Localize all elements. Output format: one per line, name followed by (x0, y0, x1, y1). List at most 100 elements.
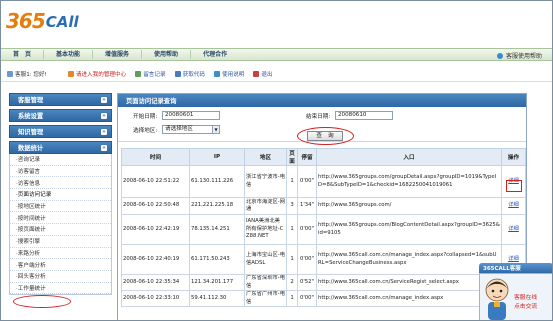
sidebar-item-returning[interactable]: ·回头客分析 (10, 271, 111, 283)
sidebar-group-statistics[interactable]: 数据统计 « (9, 141, 112, 154)
main-nav: 首 页 基本功能 增值服务 使用帮助 代理合作 客服使用帮助 (1, 48, 552, 61)
mascot-icon (485, 278, 509, 320)
sidebar-item-visitor-messages[interactable]: ·访客留言 (10, 166, 111, 178)
sidebar-item-visitor-info[interactable]: ·访客信息 (10, 177, 111, 190)
table-row: 2008-06-10 22:42:19 78.135.14.251 IANA美洲… (121, 214, 526, 245)
col-entry: 入口 (316, 148, 502, 166)
greeting-text: 客服1: 您好! (15, 72, 47, 78)
sidebar-group-knowledge[interactable]: 知识管理 » (9, 125, 112, 138)
cell-time: 2008-06-10 22:35:34 (121, 274, 190, 291)
logout-icon (253, 71, 260, 77)
sidebar-group-customer-service[interactable]: 客服管理 » (9, 93, 112, 106)
cell-ip: 61.130.111.226 (189, 165, 245, 198)
cell-entry[interactable]: http://www.365groups.com/groupDetail.asp… (316, 165, 502, 198)
cell-stay: 0'00" (297, 290, 317, 307)
nav-value-added[interactable]: 增值服务 (93, 50, 143, 59)
cell-region: 广东省深圳市-电信 (244, 274, 287, 291)
cell-stay: 0'00" (297, 214, 317, 245)
cell-ip: 61.171.50.243 (189, 244, 245, 275)
cell-entry[interactable]: http://www.365groups.com/BlogContentDeta… (316, 214, 502, 245)
sidebar-group-label: 数据统计 (18, 145, 44, 152)
chevron-up-icon: « (101, 144, 107, 151)
sidebar-item-workload[interactable]: ·工作量统计 (10, 283, 111, 295)
table-row: 2008-06-10 22:51:22 61.130.111.226 浙江省宁波… (121, 165, 526, 198)
messages-label: 留言记录 (143, 72, 166, 78)
cell-entry[interactable]: http://www.365call.com.cn/ServiceRegist_… (316, 274, 502, 291)
link-instructions[interactable]: 使用说明 (213, 70, 244, 78)
sidebar: 客服管理 » 系统设置 » 知识管理 » 数据统计 « ·咨询记录 ·访客留言 … (9, 93, 112, 320)
sidebar-group-system-settings[interactable]: 系统设置 » (9, 109, 112, 122)
cell-page: 1 (286, 244, 298, 275)
customer-help-link[interactable]: 客服使用帮助 (496, 51, 542, 60)
logout-label: 退出 (261, 72, 273, 78)
start-date-label: 开始日期: (133, 114, 158, 120)
detail-link[interactable]: 详细 (508, 202, 519, 208)
cell-time: 2008-06-10 22:50:48 (121, 197, 190, 215)
cell-page: 1 (286, 165, 298, 198)
help-icon (496, 52, 503, 59)
sidebar-item-client[interactable]: ·客户端分析 (10, 259, 111, 271)
user-icon (7, 71, 13, 77)
sidebar-item-by-time[interactable]: ·按时间统计 (10, 212, 111, 225)
col-time: 时间 (121, 148, 190, 166)
col-page: 页面 (286, 148, 298, 166)
nav-help[interactable]: 使用帮助 (142, 50, 192, 59)
home-icon (67, 71, 74, 77)
highlight-box (506, 180, 522, 192)
end-date-input[interactable]: 20080610 (335, 111, 393, 120)
cell-ip: 121.34.201.177 (189, 274, 245, 291)
highlight-ring (13, 295, 71, 308)
cell-operation: 详细 (501, 214, 526, 245)
cell-region: 上海市宝山区-电信ADSL (244, 244, 287, 275)
cell-time: 2008-06-10 22:42:19 (121, 214, 190, 245)
chat-widget-body: 客服在线 点击交流 (479, 273, 552, 320)
cell-entry[interactable]: http://www.365call.com.cn/manage_index.a… (316, 290, 502, 307)
sidebar-item-by-region[interactable]: ·按地区统计 (10, 201, 111, 213)
customer-help-label: 客服使用帮助 (505, 53, 542, 60)
sidebar-stat-list: ·咨询记录 ·访客留言 ·访客信息 ·页面访问记录 ·按地区统计 ·按时间统计 … (9, 154, 112, 296)
nav-home[interactable]: 首 页 (1, 50, 45, 59)
cell-entry[interactable]: http://www.365groups.com/ (316, 197, 502, 215)
sidebar-item-consult-records[interactable]: ·咨询记录 (10, 154, 111, 166)
cell-page: 2 (286, 274, 298, 291)
chevron-down-icon: » (101, 112, 107, 119)
cell-stay: 1'34" (297, 197, 317, 215)
cell-ip: 78.135.14.251 (189, 214, 245, 245)
cell-region: IANA美洲北美所有保护地址-CZ88.NET (244, 214, 287, 245)
chat-widget[interactable]: 365CALL客服 客服在线 点击交流 (475, 263, 552, 320)
sidebar-item-search-engine[interactable]: ·搜索引擎 (10, 236, 111, 248)
cell-page: 1 (286, 214, 298, 245)
start-date-input[interactable]: 20080601 (162, 111, 220, 120)
app-window: 365 CAll 首 页 基本功能 增值服务 使用帮助 代理合作 客服使用帮助 … (0, 0, 553, 321)
sidebar-item-referrer[interactable]: ·来路分析 (10, 248, 111, 260)
table-row: 2008-06-10 22:35:34 121.34.201.177 广东省深圳… (121, 274, 526, 291)
nav-basic-functions[interactable]: 基本功能 (44, 50, 94, 59)
nav-agency[interactable]: 代理合作 (191, 50, 239, 59)
link-logout[interactable]: 退出 (253, 70, 273, 78)
region-select-value: 请选择地区 (165, 126, 193, 132)
table-row: 2008-06-10 22:40:19 61.171.50.243 上海市宝山区… (121, 244, 526, 275)
cell-entry[interactable]: http://www.365call.com.cn/manage_index.a… (316, 244, 502, 275)
table-header-row: 时间 IP 地区 页面 停留 入口 操作 (121, 148, 526, 166)
chevron-down-icon: ▼ (212, 126, 219, 133)
sidebar-item-page-visits[interactable]: ·页面访问记录 (10, 189, 111, 201)
sidebar-group-label: 客服管理 (18, 97, 44, 104)
content-panel: 页面访问记录查询 开始日期: 20080601 结束日期: 20080610 选… (117, 93, 527, 320)
link-messages[interactable]: 留言记录 (135, 70, 166, 78)
sidebar-item-by-page[interactable]: ·按页面统计 (10, 224, 111, 236)
code-icon (174, 71, 181, 77)
page-title: 页面访问记录查询 (118, 94, 526, 107)
region-select[interactable]: 请选择地区 ▼ (162, 125, 220, 134)
detail-link[interactable]: 详细 (508, 256, 519, 262)
link-get-code[interactable]: 获取代码 (174, 70, 205, 78)
logo[interactable]: 365 CAll (6, 6, 79, 32)
cell-page: 3 (286, 197, 298, 215)
cell-ip: 59.41.112.30 (189, 290, 245, 307)
query-button[interactable]: 查 询 (307, 131, 343, 141)
sidebar-group-label: 系统设置 (18, 113, 44, 120)
user-greeting: 客服1: 您好! (7, 70, 47, 78)
link-manage-center[interactable]: 请进入我的管理中心 (67, 70, 126, 78)
detail-link[interactable]: 详细 (508, 226, 519, 232)
col-ip: IP (189, 148, 245, 166)
cell-time: 2008-06-10 22:33:10 (121, 290, 190, 307)
